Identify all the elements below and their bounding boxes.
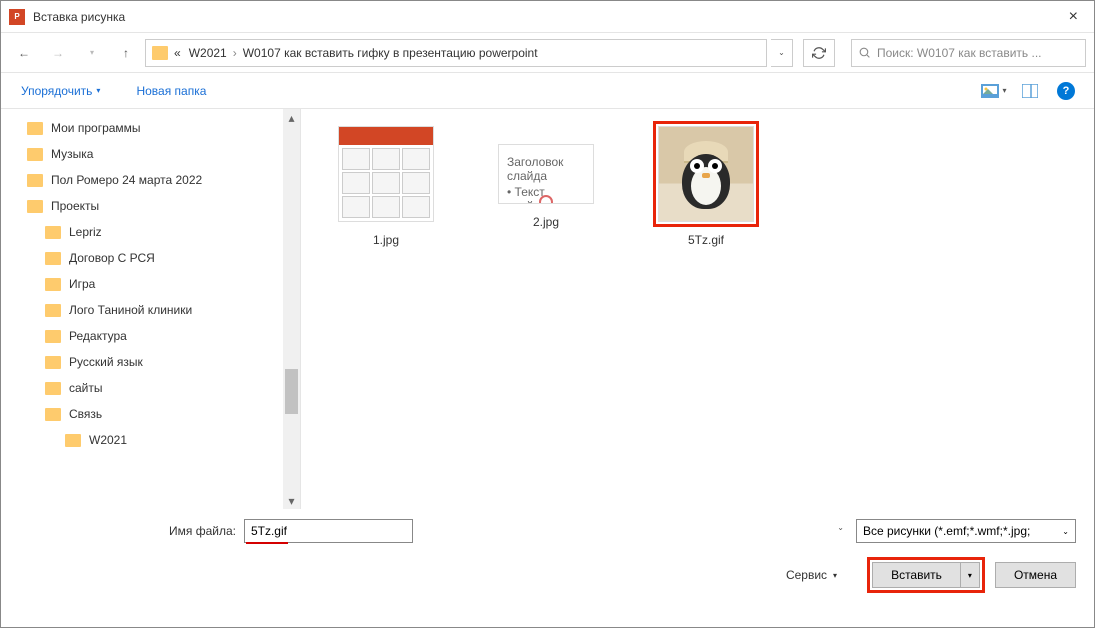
dialog-body: Мои программы Музыка Пол Ромеро 24 марта… xyxy=(1,109,1094,509)
tree-item[interactable]: Мои программы xyxy=(21,115,300,141)
insert-button-highlight: Вставить ▾ xyxy=(867,557,985,593)
search-icon xyxy=(858,46,871,59)
filename-label: Имя файла: xyxy=(169,524,236,538)
folder-icon xyxy=(27,174,43,187)
search-input[interactable]: Поиск: W0107 как вставить ... xyxy=(851,39,1086,67)
dialog-footer: Имя файла: ⌄ Все рисунки (*.emf;*.wmf;*.… xyxy=(1,509,1094,607)
filetype-dropdown[interactable]: Все рисунки (*.emf;*.wmf;*.jpg;⌄ xyxy=(856,519,1076,543)
file-name: 1.jpg xyxy=(373,233,399,247)
folder-icon xyxy=(45,226,61,239)
file-list: 1.jpg Заголовок слайда• Текст слайда 2.j… xyxy=(301,109,1094,509)
folder-icon xyxy=(27,148,43,161)
search-placeholder: Поиск: W0107 как вставить ... xyxy=(877,46,1041,60)
breadcrumb-item[interactable]: W0107 как вставить гифку в презентацию p… xyxy=(241,46,540,60)
folder-tree: Мои программы Музыка Пол Ромеро 24 марта… xyxy=(1,109,301,509)
tree-item[interactable]: W2021 xyxy=(21,427,300,453)
tools-dropdown[interactable]: Сервис▾ xyxy=(786,568,837,582)
app-icon: P xyxy=(9,9,25,25)
scrollbar[interactable]: ▴ ▾ xyxy=(283,109,300,509)
tree-item[interactable]: Игра xyxy=(21,271,300,297)
highlight-underline xyxy=(246,542,288,544)
toolbar: Упорядочить ▾ Новая папка ▾ ? xyxy=(1,73,1094,109)
breadcrumb-item[interactable]: W2021 xyxy=(187,46,229,60)
nav-bar: ← → ▾ ↑ « W2021 › W0107 как вставить гиф… xyxy=(1,33,1094,73)
scroll-thumb[interactable] xyxy=(285,369,298,414)
folder-icon xyxy=(45,252,61,265)
chevron-down-icon[interactable]: ⌄ xyxy=(837,523,844,532)
folder-icon xyxy=(45,330,61,343)
view-mode-button[interactable]: ▾ xyxy=(980,79,1008,103)
file-item-selected[interactable]: 5Tz.gif xyxy=(641,121,771,247)
organize-button[interactable]: Упорядочить ▾ xyxy=(15,80,106,102)
folder-icon xyxy=(27,122,43,135)
tree-item[interactable]: Связь xyxy=(21,401,300,427)
up-button[interactable]: ↑ xyxy=(111,38,141,68)
refresh-button[interactable] xyxy=(803,39,835,67)
new-folder-button[interactable]: Новая папка xyxy=(130,80,212,102)
close-button[interactable]: × xyxy=(1061,4,1086,30)
window-title: Вставка рисунка xyxy=(33,10,1061,24)
tree-item[interactable]: Русский язык xyxy=(21,349,300,375)
folder-icon xyxy=(152,46,168,60)
folder-icon xyxy=(27,200,43,213)
tree-item[interactable]: сайты xyxy=(21,375,300,401)
file-thumbnail xyxy=(658,126,754,222)
scroll-up-icon[interactable]: ▴ xyxy=(283,109,300,126)
folder-icon xyxy=(45,304,61,317)
tree-item[interactable]: Договор С РСЯ xyxy=(21,245,300,271)
title-bar: P Вставка рисунка × xyxy=(1,1,1094,33)
tree-item[interactable]: Лого Таниной клиники xyxy=(21,297,300,323)
folder-icon xyxy=(45,408,61,421)
preview-pane-button[interactable] xyxy=(1016,79,1044,103)
insert-button[interactable]: Вставить ▾ xyxy=(872,562,980,588)
folder-icon xyxy=(65,434,81,447)
tree-item[interactable]: Музыка xyxy=(21,141,300,167)
folder-icon xyxy=(45,356,61,369)
file-thumbnail xyxy=(338,126,434,222)
tree-item[interactable]: Пол Ромеро 24 марта 2022 xyxy=(21,167,300,193)
file-thumbnail: Заголовок слайда• Текст слайда xyxy=(498,144,594,204)
breadcrumb-prefix: « xyxy=(172,46,183,60)
insert-dropdown-arrow[interactable]: ▾ xyxy=(961,563,979,587)
file-item[interactable]: Заголовок слайда• Текст слайда 2.jpg xyxy=(481,121,611,229)
recent-dropdown[interactable]: ▾ xyxy=(77,38,107,68)
file-name: 2.jpg xyxy=(533,215,559,229)
tree-item[interactable]: Проекты xyxy=(21,193,300,219)
filename-input[interactable] xyxy=(244,519,413,543)
folder-icon xyxy=(45,278,61,291)
tree-item[interactable]: Lepriz xyxy=(21,219,300,245)
folder-icon xyxy=(45,382,61,395)
forward-button[interactable]: → xyxy=(43,38,73,68)
breadcrumb-path[interactable]: « W2021 › W0107 как вставить гифку в пре… xyxy=(145,39,767,67)
help-button[interactable]: ? xyxy=(1052,79,1080,103)
tree-item[interactable]: Редактура xyxy=(21,323,300,349)
file-item[interactable]: 1.jpg xyxy=(321,121,451,247)
back-button[interactable]: ← xyxy=(9,38,39,68)
cancel-button[interactable]: Отмена xyxy=(995,562,1076,588)
file-name: 5Tz.gif xyxy=(688,233,724,247)
path-dropdown[interactable]: ⌄ xyxy=(771,39,793,67)
scroll-down-icon[interactable]: ▾ xyxy=(283,492,300,509)
breadcrumb-sep: › xyxy=(233,46,237,60)
